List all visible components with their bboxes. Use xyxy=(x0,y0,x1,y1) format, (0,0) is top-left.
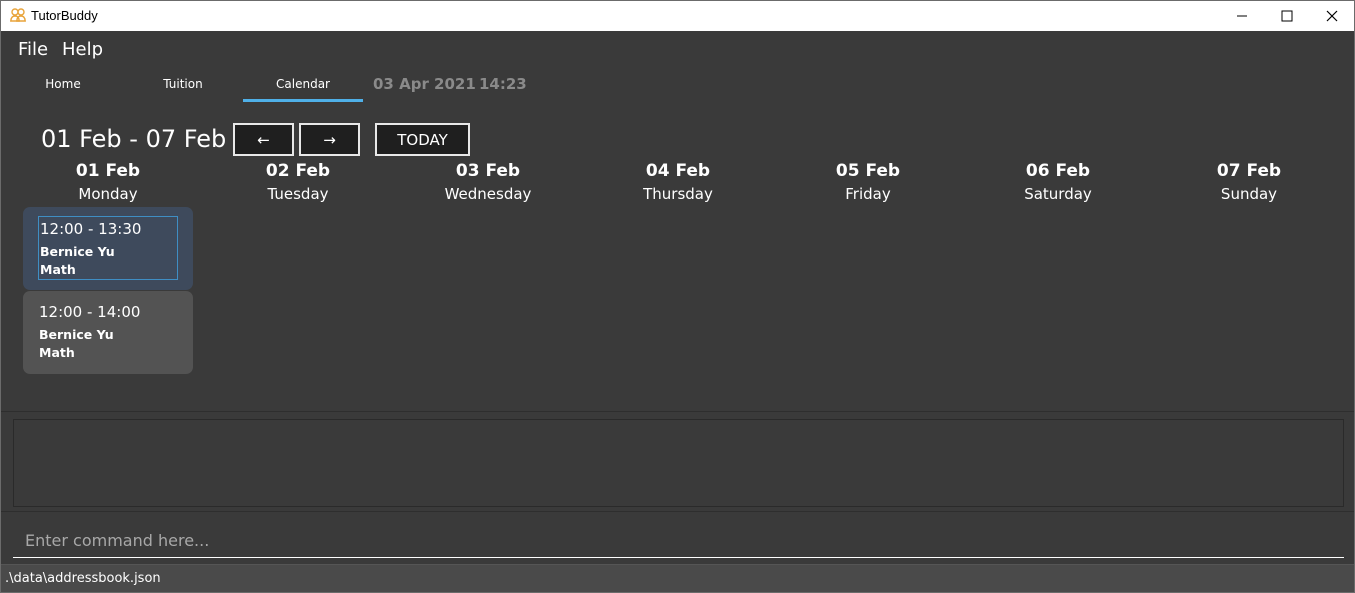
result-display-pane xyxy=(1,411,1354,511)
maximize-button[interactable] xyxy=(1264,1,1309,31)
day-header-saturday: 06 Feb Saturday xyxy=(963,161,1153,203)
day-header-tuesday: 02 Feb Tuesday xyxy=(203,161,393,203)
people-icon xyxy=(10,8,26,22)
event-student-name: Bernice Yu xyxy=(39,327,114,342)
week-range-title: 01 Feb - 07 Feb xyxy=(41,125,227,153)
day-header-thursday: 04 Feb Thursday xyxy=(583,161,773,203)
day-name: Thursday xyxy=(643,185,713,203)
title-bar: TutorBuddy xyxy=(1,1,1354,31)
app-window: TutorBuddy File Help Home Tuition Calend… xyxy=(0,0,1355,593)
day-header-wednesday: 03 Feb Wednesday xyxy=(393,161,583,203)
event-card-content: 12:00 - 13:30 Bernice Yu Math xyxy=(38,216,178,280)
day-date: 05 Feb xyxy=(835,161,901,181)
command-box xyxy=(1,511,1354,564)
event-card[interactable]: 12:00 - 14:00 Bernice Yu Math xyxy=(23,291,193,374)
day-name: Saturday xyxy=(1024,185,1092,203)
menu-bar: File Help xyxy=(1,31,1354,67)
command-input[interactable] xyxy=(13,524,1344,558)
event-card-selected[interactable]: 12:00 - 13:30 Bernice Yu Math xyxy=(23,207,193,290)
status-bar: .\data\addressbook.json xyxy=(1,564,1354,592)
tab-bar: Home Tuition Calendar 03 Apr 2021 14:23 xyxy=(1,67,1354,103)
close-button[interactable] xyxy=(1309,1,1354,31)
next-week-button[interactable]: → xyxy=(299,123,360,156)
previous-week-button[interactable]: ← xyxy=(233,123,294,156)
day-header-friday: 05 Feb Friday xyxy=(773,161,963,203)
day-name: Monday xyxy=(78,185,138,203)
day-header-sunday: 07 Feb Sunday xyxy=(1154,161,1344,203)
event-student-name: Bernice Yu xyxy=(40,244,115,259)
event-subject: Math xyxy=(39,345,75,360)
tab-home[interactable]: Home xyxy=(3,67,123,102)
day-date: 02 Feb xyxy=(265,161,331,181)
day-date: 06 Feb xyxy=(1025,161,1091,181)
menu-file[interactable]: File xyxy=(18,39,48,60)
tab-calendar[interactable]: Calendar xyxy=(243,67,363,102)
result-display[interactable] xyxy=(13,419,1344,507)
day-date: 04 Feb xyxy=(645,161,711,181)
day-name: Sunday xyxy=(1220,185,1278,203)
day-name: Friday xyxy=(845,185,891,203)
day-name: Wednesday xyxy=(444,185,532,203)
day-date: 03 Feb xyxy=(455,161,521,181)
current-date: 03 Apr 2021 xyxy=(373,75,476,93)
day-date: 07 Feb xyxy=(1216,161,1282,181)
day-name: Tuesday xyxy=(267,185,329,203)
event-time: 12:00 - 13:30 xyxy=(40,220,142,238)
day-header-monday: 01 Feb Monday xyxy=(13,161,203,203)
event-subject: Math xyxy=(40,262,76,277)
tab-tuition[interactable]: Tuition xyxy=(123,67,243,102)
event-card-content: 12:00 - 14:00 Bernice Yu Math xyxy=(38,300,178,364)
minimize-button[interactable] xyxy=(1219,1,1264,31)
save-file-path: .\data\addressbook.json xyxy=(5,571,161,586)
menu-help[interactable]: Help xyxy=(62,39,103,60)
current-time: 14:23 xyxy=(479,75,527,93)
today-button[interactable]: TODAY xyxy=(375,123,470,156)
window-title: TutorBuddy xyxy=(31,8,98,23)
day-date: 01 Feb xyxy=(75,161,141,181)
event-time: 12:00 - 14:00 xyxy=(39,303,141,321)
calendar-view: 01 Feb - 07 Feb ← → TODAY 01 Feb Monday … xyxy=(1,111,1354,411)
